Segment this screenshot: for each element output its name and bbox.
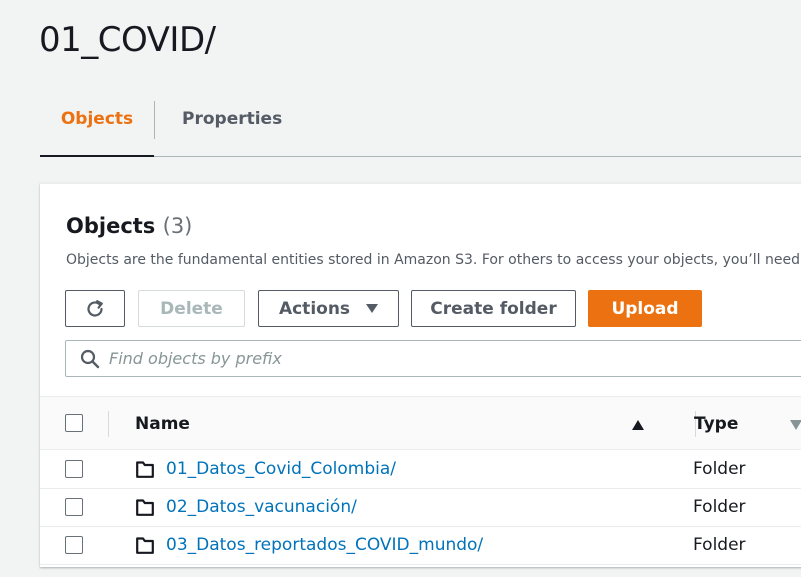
objects-heading: Objects (3) (66, 214, 192, 238)
caret-down-icon (366, 304, 379, 313)
actions-button[interactable]: Actions (258, 290, 399, 327)
refresh-icon (87, 299, 103, 317)
objects-count: (3) (162, 214, 193, 238)
table-row: 02_Datos_vacunación/ Folder (40, 489, 801, 527)
row-checkbox[interactable] (65, 460, 83, 478)
search-box (65, 340, 801, 377)
column-divider (108, 411, 109, 437)
objects-description: Objects are the fundamental entities sto… (66, 252, 801, 268)
folder-link[interactable]: 01_Datos_Covid_Colombia/ (166, 459, 396, 479)
folder-icon (136, 537, 154, 554)
search-input[interactable] (109, 349, 709, 368)
create-folder-button[interactable]: Create folder (411, 290, 576, 327)
tab-bar: Objects Properties (40, 100, 801, 157)
folder-link[interactable]: 02_Datos_vacunación/ (166, 497, 357, 517)
search-icon (80, 349, 100, 368)
row-type: Folder (693, 535, 746, 555)
refresh-button[interactable] (65, 290, 125, 327)
table-row: 01_Datos_Covid_Colombia/ Folder (40, 451, 801, 489)
column-header-type[interactable]: Type (694, 414, 738, 434)
actions-label: Actions (278, 298, 351, 319)
column-header-name[interactable]: Name (135, 414, 190, 434)
table-row: 03_Datos_reportados_COVID_mundo/ Folder (40, 527, 801, 565)
table-header: Name Type (40, 396, 801, 450)
row-checkbox[interactable] (65, 498, 83, 516)
tab-objects[interactable]: Objects (40, 100, 154, 157)
s3-bucket-folder-page: 01_COVID/ Objects Properties Objects (3)… (0, 0, 801, 577)
objects-panel: Objects (3) Objects are the fundamental … (40, 183, 801, 567)
tab-properties[interactable]: Properties (182, 100, 282, 156)
row-checkbox[interactable] (65, 536, 83, 554)
folder-link[interactable]: 03_Datos_reportados_COVID_mundo/ (166, 535, 483, 555)
select-all-checkbox[interactable] (65, 414, 83, 432)
delete-button[interactable]: Delete (138, 290, 245, 327)
folder-icon (136, 461, 154, 478)
page-title: 01_COVID/ (39, 20, 216, 60)
sort-descending-icon[interactable] (790, 420, 801, 430)
row-type: Folder (693, 497, 746, 517)
folder-icon (136, 499, 154, 516)
objects-heading-label: Objects (66, 214, 156, 238)
tab-divider (154, 101, 155, 139)
sort-ascending-icon[interactable] (632, 420, 644, 430)
upload-button[interactable]: Upload (588, 290, 702, 327)
row-type: Folder (693, 459, 746, 479)
